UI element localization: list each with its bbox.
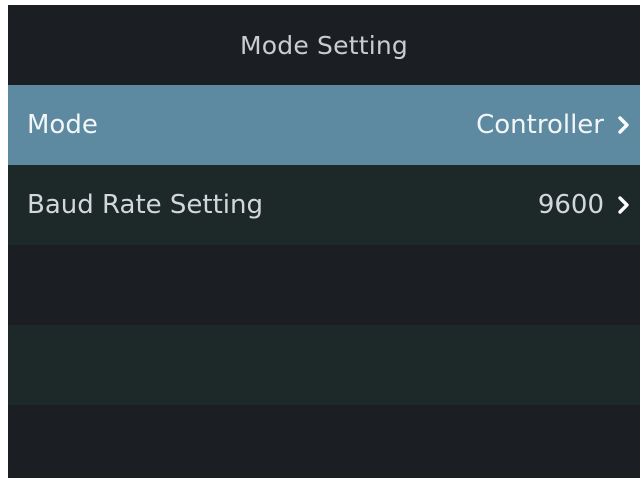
- menu-item-value: 9600: [537, 190, 604, 220]
- menu-item-label: Baud Rate Setting: [27, 190, 263, 220]
- empty-row: [8, 245, 640, 325]
- empty-row: [8, 405, 640, 478]
- menu-item-mode[interactable]: Mode Controller: [8, 85, 640, 165]
- page-title: Mode Setting: [240, 30, 408, 60]
- menu-item-label: Mode: [27, 110, 98, 140]
- chevron-right-icon: [616, 114, 632, 136]
- chevron-right-icon: [616, 194, 632, 216]
- device-screen: Mode Setting Mode Controller Baud Rate S…: [8, 5, 640, 478]
- menu-item-baud-rate-setting[interactable]: Baud Rate Setting 9600: [8, 165, 640, 245]
- empty-row: [8, 325, 640, 405]
- menu-item-value: Controller: [476, 110, 604, 140]
- header: Mode Setting: [8, 5, 640, 85]
